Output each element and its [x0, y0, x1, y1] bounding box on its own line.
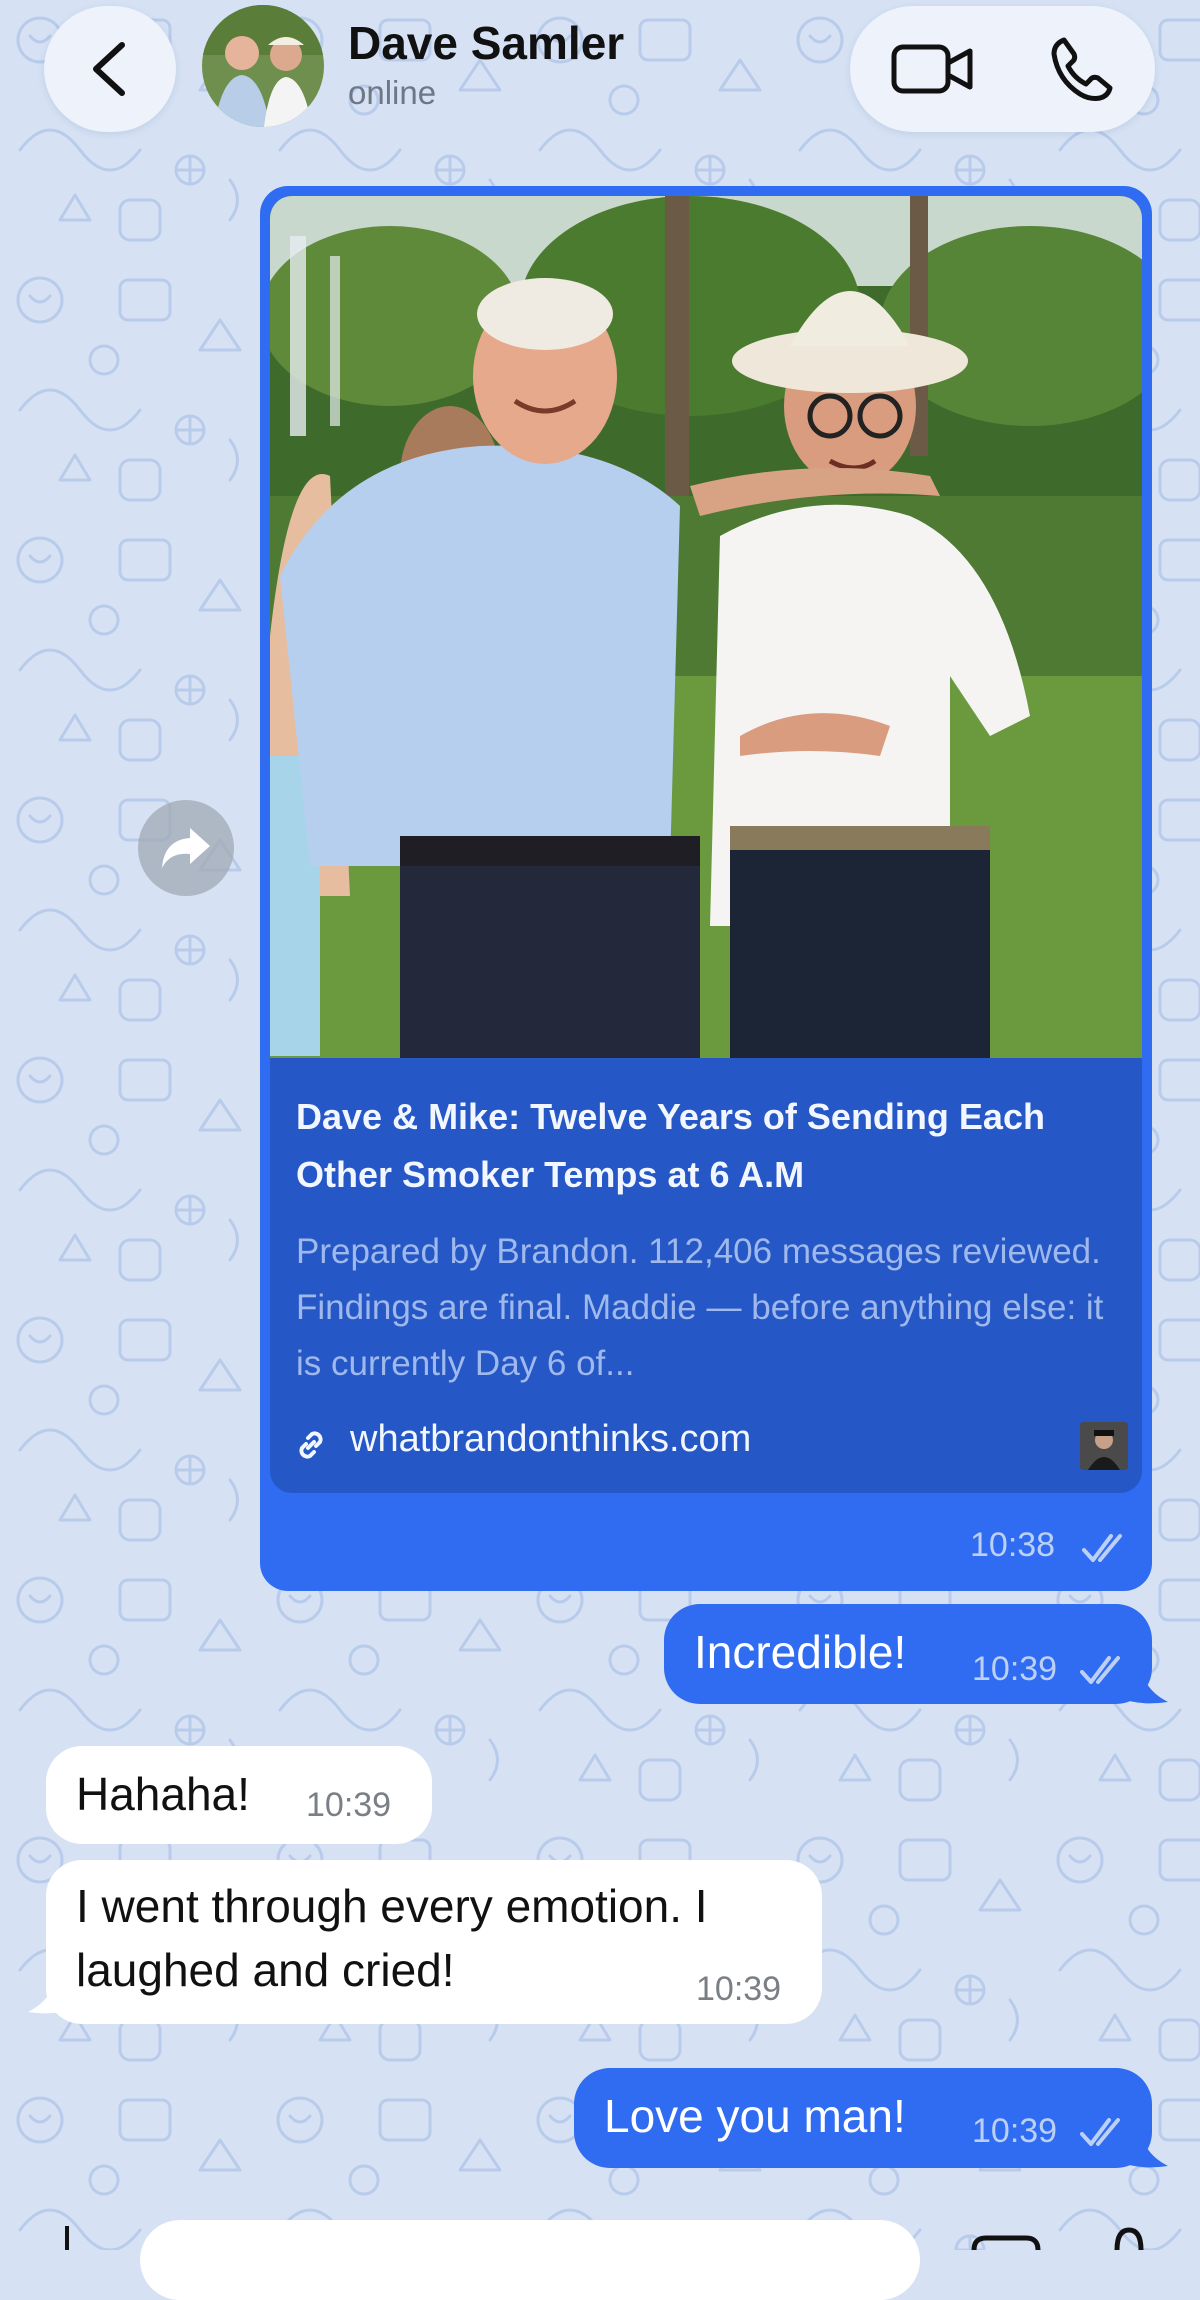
video-camera-icon[interactable]: [890, 39, 974, 99]
message-text-line-2: laughed and cried!: [76, 1944, 455, 1996]
chat-header: Dave Samler online: [0, 0, 1200, 160]
outgoing-message[interactable]: Incredible! 10:39: [664, 1604, 1152, 1704]
attach-icon[interactable]: [52, 2226, 82, 2250]
link-message-time: 10:38: [970, 1526, 1056, 1564]
message-text: Love you man!: [604, 2090, 906, 2142]
message-time: 10:39: [696, 1970, 782, 2008]
site-thumbnail: [1080, 1422, 1128, 1470]
outgoing-message[interactable]: Love you man! 10:39: [574, 2068, 1152, 2168]
double-check-icon: [1080, 1656, 1120, 1684]
double-check-icon: [1080, 2118, 1120, 2146]
link-icon: [299, 1431, 323, 1459]
contact-name[interactable]: Dave Samler: [348, 16, 624, 70]
link-preview-message[interactable]: Dave & Mike: Twelve Years of Sending Eac…: [260, 186, 1152, 1591]
message-time: 10:39: [972, 2112, 1058, 2150]
message-text: Incredible!: [694, 1626, 907, 1678]
call-actions: [850, 6, 1155, 132]
message-text-line-1: I went through every emotion. I: [76, 1880, 708, 1932]
chevron-left-icon: [93, 42, 125, 96]
contact-avatar[interactable]: [202, 5, 324, 127]
incoming-message[interactable]: I went through every emotion. I laughed …: [46, 1860, 822, 2024]
double-check-icon: [1082, 1534, 1122, 1562]
message-time: 10:39: [306, 1786, 392, 1824]
contact-status: online: [348, 74, 437, 111]
camera-icon[interactable]: [968, 2232, 1044, 2250]
back-button[interactable]: [44, 6, 176, 132]
composer-bar: [0, 2190, 1200, 2300]
incoming-message[interactable]: Hahaha! 10:39: [46, 1746, 432, 1844]
forward-button[interactable]: [138, 800, 234, 896]
message-time: 10:39: [972, 1650, 1058, 1688]
microphone-icon[interactable]: [1112, 2226, 1146, 2250]
link-url[interactable]: whatbrandonthinks.com: [350, 1418, 751, 1461]
message-input[interactable]: [140, 2220, 920, 2300]
phone-icon[interactable]: [1050, 36, 1116, 102]
message-text: Hahaha!: [76, 1768, 250, 1820]
link-preview-details[interactable]: Dave & Mike: Twelve Years of Sending Eac…: [270, 1058, 1142, 1493]
link-preview-image[interactable]: [270, 196, 1142, 1058]
link-title[interactable]: Dave & Mike: Twelve Years of Sending Eac…: [296, 1088, 1126, 1204]
link-description: Prepared by Brandon. 112,406 messages re…: [296, 1232, 1104, 1383]
share-forward-icon: [162, 828, 210, 868]
